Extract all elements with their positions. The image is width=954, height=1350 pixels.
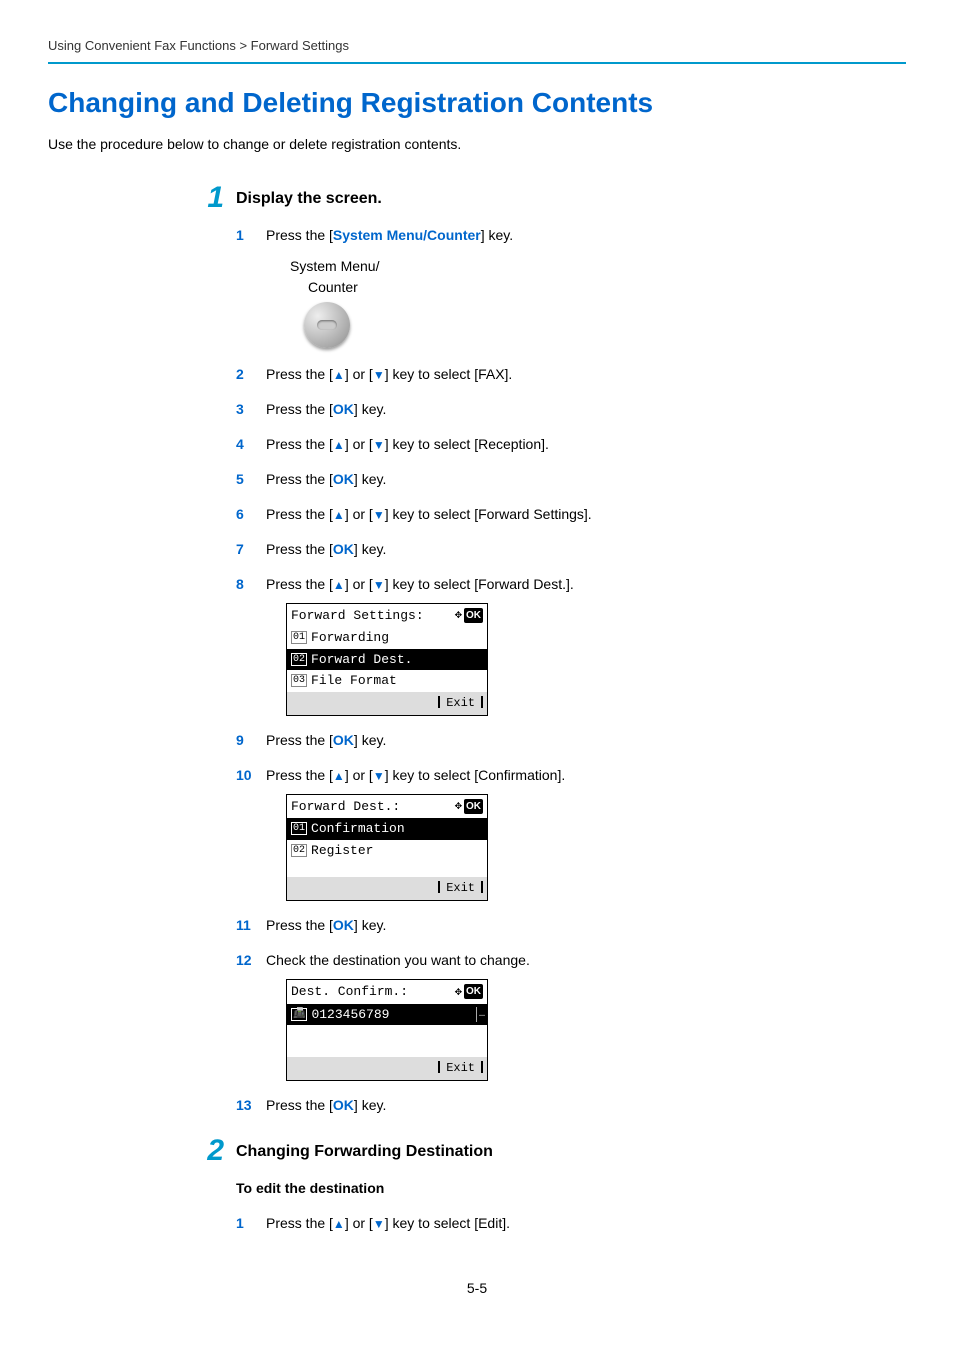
section-heading: Changing Forwarding Destination [236, 1140, 906, 1164]
breadcrumb: Using Convenient Fax Functions > Forward… [48, 36, 906, 56]
up-arrow-icon: ▲ [333, 438, 345, 452]
substep-3: 3 Press the [OK] key. [236, 399, 906, 420]
lcd-title: Forward Settings: [291, 606, 424, 626]
up-arrow-icon: ▲ [333, 578, 345, 592]
system-menu-counter-button-illustration: System Menu/ Counter [286, 256, 906, 348]
lcd-exit-button: Exit [438, 1059, 483, 1077]
ok-key: OK [333, 471, 354, 487]
ok-icon: OK [464, 799, 483, 814]
ok-key: OK [333, 732, 354, 748]
substep-2: 2 Press the [▲] or [▼] key to select [FA… [236, 364, 906, 385]
down-arrow-icon: ▼ [373, 508, 385, 522]
substep-6: 6 Press the [▲] or [▼] key to select [Fo… [236, 504, 906, 525]
substep-1: 1 Press the [System Menu/Counter] key. S… [236, 225, 906, 348]
lcd-row-destination: 📠 0123456789 … [287, 1004, 487, 1026]
lcd-row-file-format: 03 File Format [287, 670, 487, 692]
round-button-icon [304, 302, 350, 348]
lcd-title: Dest. Confirm.: [291, 982, 408, 1002]
page-title: Changing and Deleting Registration Conte… [48, 82, 906, 124]
ok-key: OK [333, 541, 354, 557]
lcd-row-register: 02 Register [287, 840, 487, 862]
ok-key: OK [333, 1097, 354, 1113]
substep-10: 10 Press the [▲] or [▼] key to select [C… [236, 765, 906, 902]
section-changing-forwarding-destination: 2 Changing Forwarding Destination To edi… [48, 1136, 906, 1248]
down-arrow-icon: ▼ [373, 1217, 385, 1231]
substep-11: 11 Press the [OK] key. [236, 915, 906, 936]
ok-icon: OK [464, 608, 483, 623]
lcd-exit-button: Exit [438, 694, 483, 712]
section-heading: Display the screen. [236, 187, 906, 211]
divider [48, 62, 906, 64]
substep-4: 4 Press the [▲] or [▼] key to select [Re… [236, 434, 906, 455]
lcd-row-forwarding: 01 Forwarding [287, 627, 487, 649]
nav-cross-icon: ✥ [455, 800, 462, 812]
up-arrow-icon: ▲ [333, 368, 345, 382]
ok-icon: OK [464, 984, 483, 999]
lcd-row-confirmation: 01 Confirmation [287, 818, 487, 840]
substep-13: 13 Press the [OK] key. [236, 1095, 906, 1116]
intro-text: Use the procedure below to change or del… [48, 134, 906, 155]
down-arrow-icon: ▼ [373, 578, 385, 592]
down-arrow-icon: ▼ [373, 438, 385, 452]
substep-7: 7 Press the [OK] key. [236, 539, 906, 560]
lcd-exit-button: Exit [438, 879, 483, 897]
substep-5: 5 Press the [OK] key. [236, 469, 906, 490]
substep-9: 9 Press the [OK] key. [236, 730, 906, 751]
substep-8: 8 Press the [▲] or [▼] key to select [Fo… [236, 574, 906, 716]
system-menu-counter-key: System Menu/Counter [333, 227, 481, 243]
section-subheading: To edit the destination [236, 1178, 906, 1199]
down-arrow-icon: ▼ [373, 368, 385, 382]
lcd-row-forward-dest: 02 Forward Dest. [287, 649, 487, 671]
ellipsis-icon: … [476, 1007, 485, 1022]
section-number-2: 2 [188, 1136, 224, 1166]
up-arrow-icon: ▲ [333, 769, 345, 783]
up-arrow-icon: ▲ [333, 508, 345, 522]
ok-key: OK [333, 401, 354, 417]
lcd-forward-dest: Forward Dest.: ✥ OK 01 Confirmation 02 R… [286, 794, 488, 902]
down-arrow-icon: ▼ [373, 769, 385, 783]
substep-1: 1 Press the [▲] or [▼] key to select [Ed… [236, 1213, 906, 1234]
substep-12: 12 Check the destination you want to cha… [236, 950, 906, 1081]
page-number: 5-5 [48, 1278, 906, 1299]
section-number-1: 1 [188, 183, 224, 213]
ok-key: OK [333, 917, 354, 933]
lcd-title: Forward Dest.: [291, 797, 400, 817]
nav-cross-icon: ✥ [455, 986, 462, 998]
nav-cross-icon: ✥ [455, 609, 462, 621]
fax-icon: 📠 [291, 1008, 307, 1021]
lcd-forward-settings: Forward Settings: ✥ OK 01 Forwarding 02 … [286, 603, 488, 716]
section-display-screen: 1 Display the screen. 1 Press the [Syste… [48, 183, 906, 1131]
up-arrow-icon: ▲ [333, 1217, 345, 1231]
lcd-dest-confirm: Dest. Confirm.: ✥ OK 📠 0123456789 … [286, 979, 488, 1081]
